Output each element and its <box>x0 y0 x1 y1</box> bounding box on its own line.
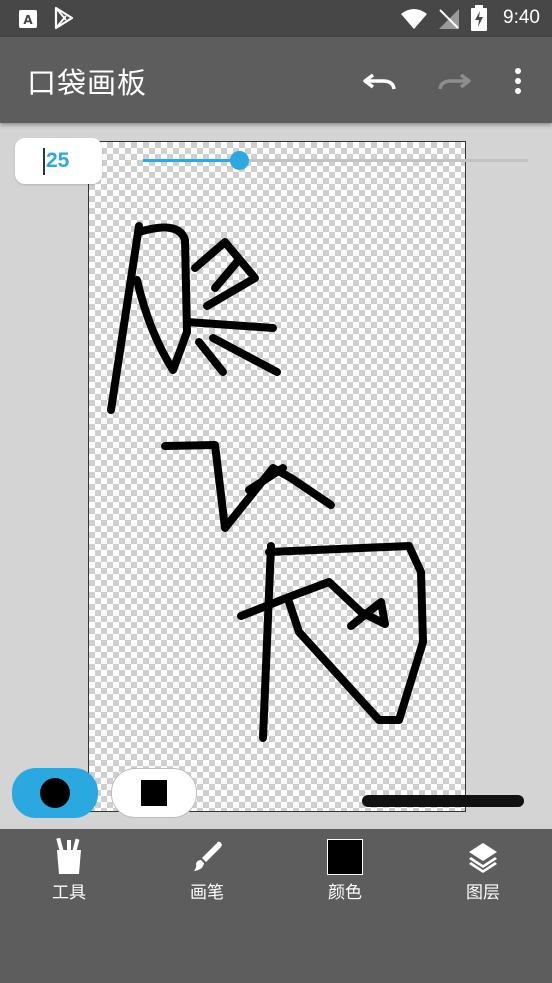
brush-icon <box>194 841 222 871</box>
brush-size-slider[interactable] <box>143 151 528 170</box>
brush-tab[interactable]: 画笔 <box>152 837 262 907</box>
circle-icon <box>40 778 70 808</box>
brush-preview-stroke <box>362 795 524 807</box>
wifi-icon <box>401 9 427 29</box>
app-notification-icon: A <box>19 10 37 28</box>
round-brush-button[interactable] <box>12 768 98 818</box>
current-color-swatch <box>327 839 363 875</box>
more-vert-icon <box>515 68 521 94</box>
drawing-strokes <box>107 222 427 742</box>
tools-tab-label: 工具 <box>52 883 86 903</box>
app-bar: 口袋画板 <box>0 37 552 123</box>
no-signal-icon <box>439 9 459 29</box>
clock: 9:40 <box>503 7 540 28</box>
tools-tab[interactable]: 工具 <box>14 837 124 907</box>
square-icon <box>141 780 167 806</box>
brush-tab-label: 画笔 <box>190 883 224 903</box>
undo-button[interactable] <box>356 57 404 105</box>
text-caret <box>43 148 45 175</box>
bottom-toolbar: 工具 画笔 颜色 图层 <box>0 829 552 983</box>
more-options-button[interactable] <box>494 57 542 105</box>
color-tab[interactable]: 颜色 <box>290 837 400 907</box>
redo-icon <box>438 73 471 90</box>
svg-text:A: A <box>23 13 33 27</box>
layers-tab-label: 图层 <box>466 883 500 903</box>
layers-tab[interactable]: 图层 <box>428 837 538 907</box>
status-bar: A 9:40 <box>0 0 552 37</box>
layers-icon <box>469 843 497 873</box>
battery-charging-icon <box>471 5 487 31</box>
drawing-canvas[interactable] <box>88 141 466 812</box>
undo-icon <box>363 73 396 90</box>
color-tab-label: 颜色 <box>328 883 362 903</box>
redo-button[interactable] <box>430 57 478 105</box>
play-store-icon <box>54 6 74 30</box>
brush-size-slider-fill <box>143 159 240 162</box>
square-brush-button[interactable] <box>111 768 197 818</box>
brush-size-value: 25 <box>46 149 70 172</box>
toolbox-icon <box>56 838 81 874</box>
app-title: 口袋画板 <box>27 66 148 100</box>
brush-size-input[interactable]: 25 <box>15 138 102 184</box>
